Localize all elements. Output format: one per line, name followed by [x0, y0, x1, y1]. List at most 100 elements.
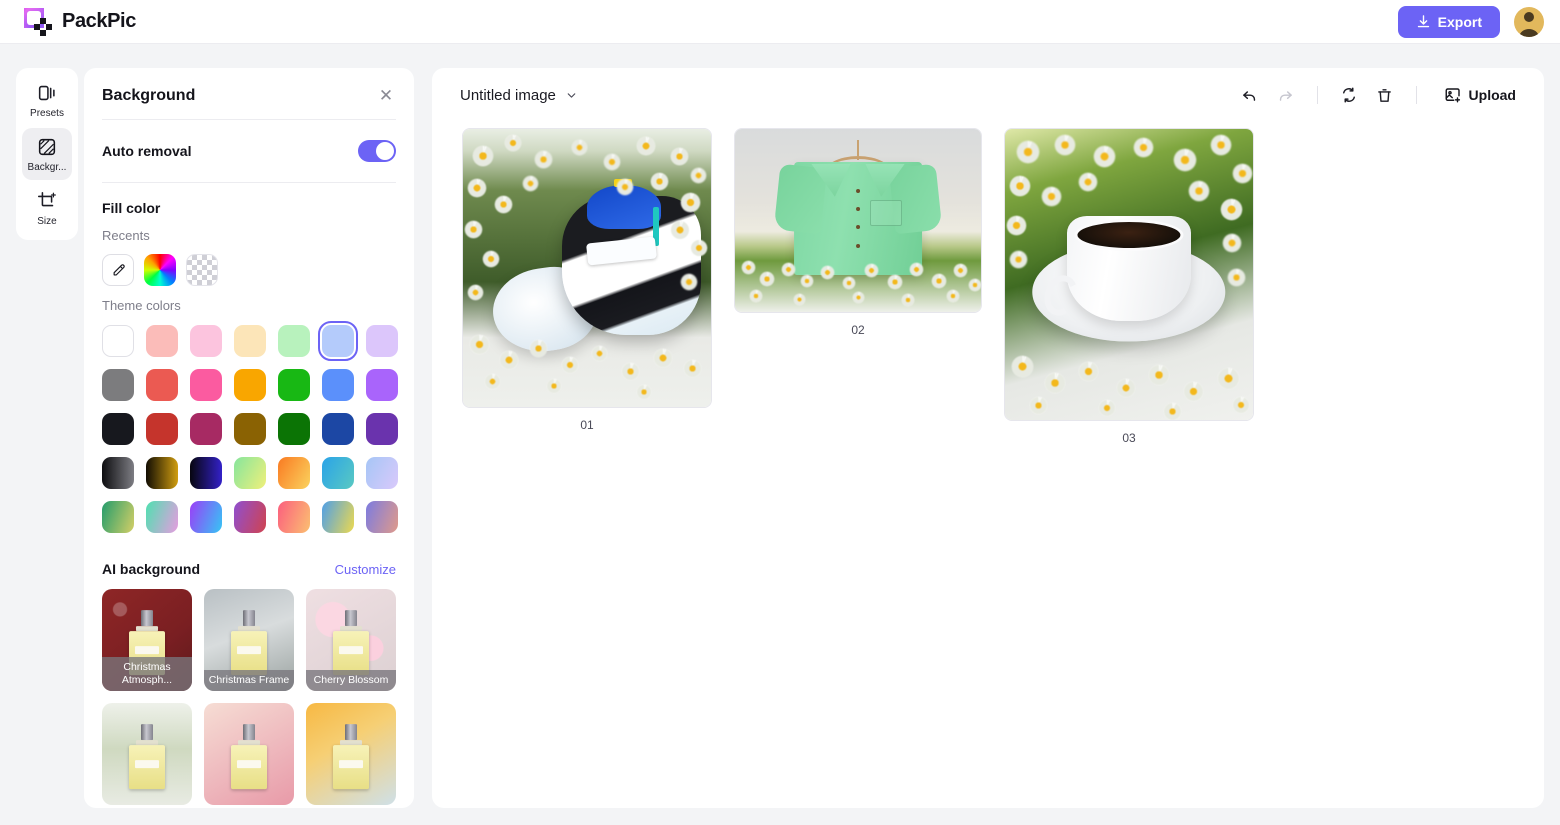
theme-swatch-red[interactable]	[146, 369, 178, 401]
ai-background-card-4[interactable]	[204, 703, 294, 805]
theme-swatch-near-black[interactable]	[102, 413, 134, 445]
avatar[interactable]	[1514, 6, 1544, 37]
daisy-flower	[616, 179, 633, 196]
trash-icon	[1378, 88, 1391, 102]
theme-swatch-purple[interactable]	[366, 369, 398, 401]
daisy-flower	[1223, 233, 1242, 252]
theme-colors-title: Theme colors	[102, 298, 181, 313]
theme-swatch-orange[interactable]	[234, 369, 266, 401]
theme-swatch-teal-pink-gradient[interactable]	[146, 501, 178, 533]
ai-background-label: Cherry Blossom	[306, 669, 396, 691]
theme-swatch-light-salmon[interactable]	[146, 325, 178, 357]
theme-swatch-violet[interactable]	[366, 413, 398, 445]
theme-swatch-green[interactable]	[278, 369, 310, 401]
image-thumbnail-03[interactable]	[1004, 128, 1254, 421]
close-icon[interactable]: ✕	[376, 86, 396, 106]
page-title: Background	[102, 87, 196, 104]
theme-swatch-hot-pink[interactable]	[190, 369, 222, 401]
theme-swatch-blue[interactable]	[322, 369, 354, 401]
image-thumbnail-01[interactable]	[462, 128, 712, 408]
daisy-flower	[1042, 187, 1062, 207]
theme-swatch-dark-gold[interactable]	[234, 413, 266, 445]
export-button[interactable]: Export	[1397, 5, 1500, 38]
transparent-swatch[interactable]	[186, 254, 218, 286]
theme-swatch-gray[interactable]	[102, 369, 134, 401]
upload-button[interactable]: Upload	[1438, 79, 1524, 111]
undo-button[interactable]	[1234, 79, 1266, 111]
ai-background-card-1[interactable]: Christmas Frame	[204, 589, 294, 691]
top-bar-actions: Export	[1397, 5, 1544, 38]
daisy-flower	[505, 134, 522, 151]
daisy-flower	[742, 260, 756, 274]
theme-swatch-pink-orange-gradient[interactable]	[278, 501, 310, 533]
sidebar-item-background[interactable]: Backgr...	[22, 128, 72, 180]
sidebar-item-presets-label: Presets	[30, 108, 64, 119]
theme-swatch-blue-lavender-gradient[interactable]	[366, 457, 398, 489]
panel-header: Background ✕	[102, 73, 396, 119]
ai-background-card-0[interactable]: Christmas Atmosph...	[102, 589, 192, 691]
ai-background-card-3[interactable]	[102, 703, 192, 805]
theme-swatch-blue-yellow-gradient[interactable]	[322, 501, 354, 533]
theme-swatch-cream[interactable]	[234, 325, 266, 357]
document-title-dropdown[interactable]: Untitled image	[460, 87, 578, 104]
daisy-flower	[472, 145, 493, 166]
eyedropper-button[interactable]	[102, 254, 134, 286]
rainbow-color-picker[interactable]	[144, 254, 176, 286]
image-item-03[interactable]: 03	[1004, 128, 1254, 445]
daisy-flower	[1148, 364, 1169, 385]
theme-swatch-black-gold-gradient[interactable]	[146, 457, 178, 489]
toolbar-separator	[1415, 86, 1417, 104]
customize-link[interactable]: Customize	[335, 562, 396, 577]
background-panel: Background ✕ Auto removal Fill color Rec…	[84, 68, 414, 808]
theme-swatch-green-olive-gradient[interactable]	[102, 501, 134, 533]
theme-swatch-dark-green[interactable]	[278, 413, 310, 445]
canvas-area: Untitled image Upload 01 02 03	[432, 68, 1544, 808]
sidebar-item-presets[interactable]: Presets	[22, 74, 72, 126]
redo-button[interactable]	[1270, 79, 1302, 111]
image-number-01: 01	[580, 418, 594, 432]
image-plus-icon	[1445, 88, 1460, 103]
daisy-flower	[968, 279, 981, 292]
auto-removal-toggle[interactable]	[358, 140, 396, 162]
theme-swatch-purple-cyan-gradient[interactable]	[190, 501, 222, 533]
refresh-icon	[1342, 87, 1355, 103]
theme-swatch-navy[interactable]	[322, 413, 354, 445]
theme-swatch-light-pink[interactable]	[190, 325, 222, 357]
daisy-flower	[691, 167, 707, 183]
image-item-01[interactable]: 01	[462, 128, 712, 432]
delete-button[interactable]	[1369, 79, 1401, 111]
image-item-02[interactable]: 02	[734, 128, 982, 337]
theme-swatch-black-gray-gradient[interactable]	[102, 457, 134, 489]
toggle-knob	[376, 142, 394, 160]
daisy-flower	[1173, 149, 1196, 172]
ai-background-header: AI background Customize	[102, 561, 396, 577]
daisy-flower	[529, 340, 547, 358]
daisy-flower	[1054, 134, 1075, 155]
theme-swatch-brick-red[interactable]	[146, 413, 178, 445]
theme-swatch-green-yellow-gradient[interactable]	[234, 457, 266, 489]
theme-swatch-light-blue[interactable]	[318, 321, 358, 361]
daisy-flower	[485, 373, 501, 389]
daisy-flower	[1220, 198, 1242, 220]
hanger	[857, 139, 859, 161]
theme-swatch-light-lavender[interactable]	[366, 325, 398, 357]
ai-background-card-5[interactable]	[306, 703, 396, 805]
daisy-flower	[500, 351, 519, 370]
theme-swatch-indigo-salmon-gradient[interactable]	[366, 501, 398, 533]
sidebar-item-size[interactable]: Size	[22, 182, 72, 234]
daisy-flower	[1188, 181, 1209, 202]
theme-swatch-magenta[interactable]	[190, 413, 222, 445]
ai-background-card-2[interactable]: Cherry Blossom	[306, 589, 396, 691]
theme-swatch-blue-teal-gradient[interactable]	[322, 457, 354, 489]
theme-swatch-black-indigo-gradient[interactable]	[190, 457, 222, 489]
theme-swatch-orange-yellow-gradient[interactable]	[278, 457, 310, 489]
ai-background-label: Christmas Frame	[204, 669, 294, 691]
auto-removal-row: Auto removal	[102, 120, 396, 182]
theme-swatch-purple-red-gradient[interactable]	[234, 501, 266, 533]
reprocess-button[interactable]	[1333, 79, 1365, 111]
theme-swatch-white[interactable]	[102, 325, 134, 357]
image-thumbnail-02[interactable]	[734, 128, 982, 313]
theme-swatch-light-green[interactable]	[278, 325, 310, 357]
brand[interactable]: PackPic	[24, 7, 136, 36]
image-number-02: 02	[851, 323, 865, 337]
